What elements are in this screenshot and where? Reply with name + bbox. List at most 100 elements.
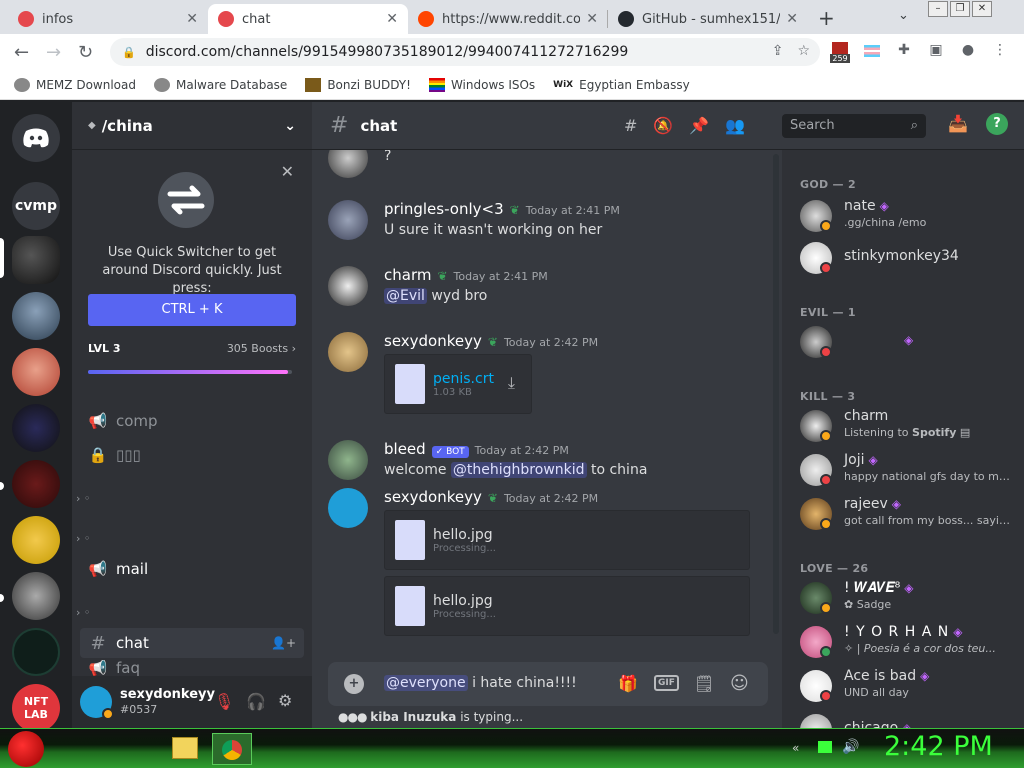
taskbar-clock[interactable]: 2:42 PM — [884, 731, 993, 762]
reload-icon[interactable]: ↻ — [78, 42, 93, 63]
server-icon[interactable] — [12, 348, 60, 396]
address-bar[interactable]: 🔒 discord.com/channels/99154998073518901… — [110, 38, 820, 66]
bookmark-egyptian-embassy[interactable]: WiX Egyptian Embassy — [553, 78, 690, 92]
emoji-icon[interactable]: ☺ — [730, 673, 749, 694]
new-tab-button[interactable]: + — [818, 6, 835, 30]
inbox-icon[interactable]: 📥 — [948, 114, 968, 133]
gif-button[interactable]: GIF — [654, 675, 679, 691]
gift-icon[interactable]: 🎁 — [618, 674, 638, 693]
message-author[interactable]: sexydonkeyy — [384, 488, 482, 506]
member-item[interactable]: rajeev ◈ got call from my boss... saying … — [800, 494, 1020, 534]
message-composer[interactable]: + @everyone i hate china!!!! 🎁 GIF 🗒 ☺ — [328, 662, 768, 706]
avatar[interactable] — [328, 266, 368, 306]
add-attachment-icon[interactable]: + — [344, 674, 364, 694]
message-author[interactable]: charm — [384, 266, 431, 284]
tab-search-chevron-icon[interactable]: ⌄ — [898, 8, 909, 23]
bookmark-bonzi[interactable]: Bonzi BUDDY! — [305, 77, 411, 92]
chat-scrollbar[interactable] — [773, 154, 779, 634]
close-tab-icon[interactable]: ✕ — [186, 11, 198, 27]
avatar[interactable] — [328, 150, 368, 178]
server-dogecoin-icon[interactable] — [12, 516, 60, 564]
avatar[interactable] — [80, 686, 114, 720]
help-icon[interactable]: ? — [986, 113, 1008, 135]
message-author[interactable]: pringles-only<3 — [384, 200, 504, 218]
boost-progress[interactable]: LVL 3 305 Boosts › — [88, 342, 296, 355]
member-item[interactable]: ! 𝑾𝑨𝑽𝑬⁸ ◈ ✿ Sadge — [800, 578, 1020, 618]
category-collapsed[interactable]: › ◦ — [76, 606, 90, 619]
avatar[interactable] — [328, 488, 368, 528]
volume-icon[interactable]: 🔊 — [842, 739, 859, 755]
discord-home-button[interactable] — [12, 114, 60, 162]
channel-locked[interactable]: 🔒 ▯▯▯ — [80, 440, 304, 470]
share-icon[interactable]: ⇪ — [772, 43, 784, 59]
flag-extension-icon[interactable] — [862, 42, 882, 62]
member-item[interactable]: ! Y O R H A N ◈ ✧ | Poesia é a cor dos te… — [800, 622, 1020, 662]
member-item[interactable]: Ace is bad ◈ UND all day — [800, 666, 1020, 706]
bookmark-windows-isos[interactable]: Windows ISOs — [428, 77, 535, 92]
avatar[interactable] — [328, 332, 368, 372]
file-attachment[interactable]: hello.jpg Processing... — [384, 510, 750, 570]
extension-badge-icon[interactable]: 259 — [830, 42, 850, 63]
server-icon[interactable] — [12, 460, 60, 508]
server-china-icon[interactable] — [12, 236, 60, 284]
member-item[interactable]: stinkymonkey34 — [800, 238, 1020, 278]
member-item[interactable]: nate ◈ .gg/china /emo — [800, 196, 1020, 236]
message-author[interactable]: bleed — [384, 440, 426, 458]
server-icon[interactable] — [12, 628, 60, 676]
server-icon[interactable] — [12, 404, 60, 452]
maximize-icon[interactable]: ❐ — [950, 1, 970, 17]
category-collapsed[interactable]: › ◦ — [76, 532, 90, 545]
message-input[interactable]: @everyone i hate china!!!! — [384, 675, 577, 691]
threads-icon[interactable]: # — [624, 116, 637, 135]
file-attachment[interactable]: penis.crt 1.03 KB ⤓ — [384, 354, 532, 414]
channel-chat[interactable]: # chat 👤+ — [80, 628, 304, 658]
download-icon[interactable]: ⤓ — [508, 373, 515, 393]
message-author[interactable]: sexydonkeyy — [384, 332, 482, 350]
chrome-taskbar-button[interactable] — [212, 733, 252, 765]
avatar[interactable] — [328, 440, 368, 480]
forward-arrow-icon[interactable]: → — [46, 42, 61, 63]
network-icon[interactable] — [818, 741, 832, 753]
channel-comp[interactable]: 📢 comp — [80, 406, 304, 436]
avatar[interactable] — [328, 200, 368, 240]
server-cvmp[interactable]: cvmp — [12, 182, 60, 230]
close-tab-icon[interactable]: ✕ — [586, 11, 598, 27]
server-header[interactable]: ◆ /china ⌄ — [72, 102, 312, 150]
close-tab-icon[interactable]: ✕ — [786, 11, 798, 27]
file-attachment[interactable]: hello.jpg Processing... — [384, 576, 750, 636]
member-item[interactable]: Joji ◈ happy national gfs day to my w... — [800, 450, 1020, 490]
side-panel-icon[interactable]: ▣ — [926, 42, 946, 62]
user-mention[interactable]: @Evil — [384, 288, 427, 304]
settings-gear-icon[interactable]: ⚙ — [278, 691, 292, 710]
channel-faq[interactable]: 📢 faq — [80, 660, 304, 676]
server-icon[interactable] — [12, 292, 60, 340]
user-mention[interactable]: @thehighbrownkid — [450, 462, 587, 478]
close-icon[interactable]: ✕ — [281, 162, 294, 181]
server-icon[interactable] — [12, 572, 60, 620]
invite-icon[interactable]: 👤+ — [271, 636, 296, 650]
tab-reddit[interactable]: https://www.reddit.com/r/ ✕ — [408, 4, 608, 34]
file-explorer-icon[interactable] — [172, 737, 198, 759]
user-info[interactable]: sexydonkeyy #0537 — [120, 687, 215, 717]
search-input[interactable]: Search ⌕ — [782, 114, 926, 138]
puzzle-extensions-icon[interactable]: ✚ — [894, 42, 914, 62]
menu-kebab-icon[interactable]: ⋮ — [990, 42, 1010, 62]
tab-infos[interactable]: infos ✕ — [8, 4, 208, 34]
tray-chevron-icon[interactable]: « — [792, 741, 799, 755]
member-item[interactable]: ◈ — [800, 322, 1020, 362]
pinned-messages-icon[interactable]: 📌 — [689, 116, 709, 135]
member-item[interactable]: charm Listening to Spotify ▤ — [800, 406, 1020, 446]
tab-github[interactable]: GitHub - sumhex151/test ✕ — [608, 4, 808, 34]
tab-chat[interactable]: chat ✕ — [208, 4, 408, 34]
minimize-icon[interactable]: – — [928, 1, 948, 17]
server-nft-lab[interactable]: NFT LAB — [12, 684, 60, 732]
close-window-icon[interactable]: ✕ — [972, 1, 992, 17]
category-collapsed[interactable]: › ◦ — [76, 492, 90, 505]
close-tab-icon[interactable]: ✕ — [386, 11, 398, 27]
sticker-icon[interactable]: 🗒 — [694, 674, 714, 693]
back-arrow-icon[interactable]: ← — [14, 42, 29, 63]
start-button-angry-bird-icon[interactable] — [8, 731, 44, 767]
bookmark-star-icon[interactable]: ☆ — [797, 43, 810, 59]
profile-avatar-icon[interactable]: ● — [958, 42, 978, 62]
channel-mail[interactable]: 📢 mail — [80, 554, 304, 584]
